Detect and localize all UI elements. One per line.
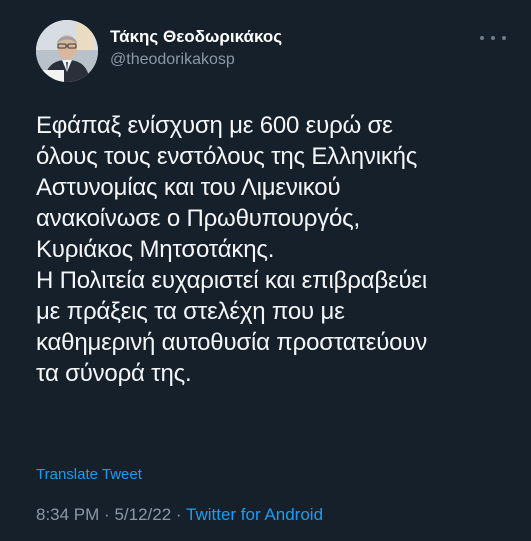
avatar-photo — [36, 20, 98, 82]
dot — [502, 36, 506, 40]
tweet-date[interactable]: 5/12/22 — [114, 505, 171, 524]
tweet-metadata: 8:34 PM · 5/12/22 · Twitter for Android — [36, 505, 323, 525]
dot — [480, 36, 484, 40]
meta-separator: · — [175, 505, 182, 524]
meta-separator: · — [104, 505, 110, 524]
author-name[interactable]: Τάκης Θεοδωρικάκος — [110, 27, 282, 47]
translate-tweet-link[interactable]: Translate Tweet — [36, 466, 142, 483]
more-horizontal-icon[interactable] — [480, 30, 506, 46]
dot — [491, 36, 495, 40]
avatar[interactable] — [36, 20, 98, 82]
tweet-header: Τάκης Θεοδωρικάκος @theodorikakosp — [36, 20, 506, 82]
tweet-time[interactable]: 8:34 PM — [36, 505, 99, 524]
tweet-source-link[interactable]: Twitter for Android — [186, 505, 323, 524]
tweet-card: Τάκης Θεοδωρικάκος @theodorikakosp Εφάπα… — [0, 0, 531, 541]
author-handle[interactable]: @theodorikakosp — [110, 51, 235, 69]
tweet-text: Εφάπαξ ενίσχυση με 600 ευρώ σε όλους του… — [36, 112, 428, 387]
